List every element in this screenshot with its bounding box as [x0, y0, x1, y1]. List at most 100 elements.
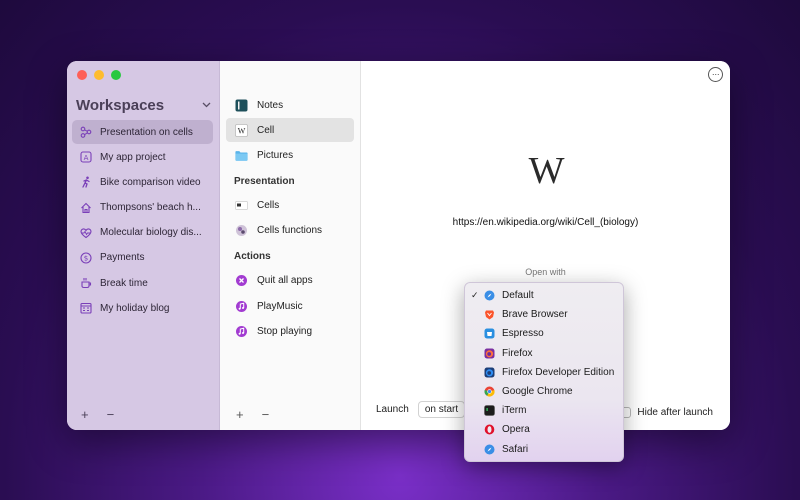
- resource-item-notes[interactable]: Notes: [226, 93, 354, 117]
- resource-label: Pictures: [257, 149, 294, 161]
- window-controls: [77, 70, 121, 80]
- notes-app-icon: [235, 99, 248, 112]
- add-workspace-button[interactable]: +: [81, 407, 89, 422]
- svg-text:$: $: [84, 254, 88, 262]
- menu-item-opera[interactable]: Opera: [465, 420, 623, 439]
- workspace-label: Molecular biology dis...: [100, 227, 202, 239]
- firefox-icon: [484, 348, 495, 359]
- resource-list-footer: + −: [236, 407, 269, 422]
- resource-label: Notes: [257, 99, 284, 111]
- workspace-item-my-holiday-blog[interactable]: My holiday blog: [72, 296, 213, 320]
- resource-item-cells[interactable]: Cells: [226, 194, 354, 218]
- workspace-label: Presentation on cells: [100, 126, 193, 138]
- section-title-actions: Actions: [234, 250, 271, 262]
- network-icon: [80, 126, 92, 138]
- workspace-label: Payments: [100, 252, 145, 264]
- resource-list: Notes W Cell Pictures Presentation Cells…: [226, 93, 354, 345]
- workspace-label: My app project: [100, 151, 166, 163]
- menu-item-label: Firefox: [502, 347, 533, 359]
- resource-list-pane: Notes W Cell Pictures Presentation Cells…: [220, 61, 361, 430]
- dollar-icon: $: [80, 252, 92, 264]
- music-action-icon: [235, 325, 248, 338]
- workspace-list: Presentation on cells A My app project B…: [72, 120, 213, 322]
- browser-dropdown-menu: ✓ Default Brave Browser Espresso Firefox…: [464, 282, 624, 462]
- hide-after-launch-row: Hide after launch: [620, 407, 713, 418]
- chevron-down-icon[interactable]: [202, 100, 211, 111]
- calendar-icon: [80, 302, 92, 314]
- workspace-item-my-app-project[interactable]: A My app project: [72, 145, 213, 169]
- workspace-item-payments[interactable]: $ Payments: [72, 246, 213, 270]
- checkmark-icon: ✓: [471, 290, 479, 301]
- menu-item-label: Opera: [502, 424, 530, 436]
- workspaces-title: Workspaces: [76, 97, 165, 114]
- add-resource-button[interactable]: +: [236, 407, 244, 422]
- resource-item-quit-all-apps[interactable]: Quit all apps: [226, 269, 354, 293]
- house-icon: [80, 202, 92, 214]
- resource-item-stop-playing[interactable]: Stop playing: [226, 319, 354, 343]
- menu-item-brave-browser[interactable]: Brave Browser: [465, 305, 623, 324]
- wikipedia-icon: W: [235, 123, 248, 137]
- svg-text:A: A: [84, 154, 89, 162]
- menu-item-google-chrome[interactable]: Google Chrome: [465, 382, 623, 401]
- iterm-icon: [484, 405, 495, 417]
- coffee-icon: [80, 277, 92, 289]
- svg-text:W: W: [238, 126, 246, 135]
- resource-item-pictures[interactable]: Pictures: [226, 143, 354, 167]
- menu-item-label: Default: [502, 290, 534, 302]
- resource-label: Quit all apps: [257, 275, 313, 287]
- more-options-button[interactable]: ···: [708, 67, 723, 82]
- close-window-button[interactable]: [77, 70, 87, 80]
- firefox-dev-icon: [484, 367, 495, 378]
- resource-item-cells-functions[interactable]: Cells functions: [226, 219, 354, 243]
- menu-item-label: iTerm: [502, 405, 527, 417]
- chrome-icon: [484, 386, 495, 397]
- resource-label: PlayMusic: [257, 300, 303, 312]
- open-with-label: Open with: [525, 267, 566, 277]
- resource-url: https://en.wikipedia.org/wiki/Cell_(biol…: [452, 217, 639, 228]
- music-action-icon: [235, 300, 248, 313]
- image-thumb-icon: [235, 224, 248, 237]
- safari-icon: [484, 290, 495, 301]
- resource-label: Cell: [257, 124, 275, 136]
- menu-item-label: Espresso: [502, 328, 544, 340]
- workspaces-sidebar: Workspaces Presentation on cells A My ap…: [67, 61, 220, 430]
- section-title-presentation: Presentation: [234, 175, 295, 187]
- menu-item-firefox-developer-edition[interactable]: Firefox Developer Edition: [465, 363, 623, 382]
- menu-item-label: Google Chrome: [502, 386, 573, 398]
- workspace-item-bike-comparison-video[interactable]: Bike comparison video: [72, 170, 213, 194]
- zoom-window-button[interactable]: [111, 70, 121, 80]
- workspaces-header[interactable]: Workspaces: [76, 97, 211, 114]
- workspace-item-presentation-on-cells[interactable]: Presentation on cells: [72, 120, 213, 144]
- workspace-item-molecular-biology[interactable]: Molecular biology dis...: [72, 221, 213, 245]
- menu-item-label: Firefox Developer Edition: [502, 366, 615, 378]
- folder-icon: [235, 149, 248, 162]
- menu-item-espresso[interactable]: Espresso: [465, 324, 623, 343]
- workspace-label: Bike comparison video: [100, 176, 201, 188]
- wikipedia-logo: W: [528, 150, 565, 192]
- workspace-label: Thompsons' beach h...: [100, 202, 201, 214]
- remove-resource-button[interactable]: −: [262, 407, 270, 422]
- workspace-label: My holiday blog: [100, 302, 170, 314]
- espresso-icon: [484, 328, 495, 339]
- letter-a-icon: A: [80, 151, 92, 163]
- menu-item-iterm[interactable]: iTerm: [465, 401, 623, 420]
- opera-icon: [484, 424, 495, 435]
- safari-icon: [484, 444, 495, 455]
- workspace-item-break-time[interactable]: Break time: [72, 271, 213, 295]
- brave-icon: [484, 309, 495, 320]
- menu-item-default[interactable]: ✓ Default: [465, 286, 623, 305]
- menu-item-firefox[interactable]: Firefox: [465, 344, 623, 363]
- sidebar-footer: + −: [81, 407, 114, 422]
- launch-select[interactable]: on start: [417, 401, 466, 418]
- menu-item-label: Safari: [502, 443, 529, 455]
- minimize-window-button[interactable]: [94, 70, 104, 80]
- resource-label: Cells: [257, 200, 280, 212]
- resource-item-playmusic[interactable]: PlayMusic: [226, 294, 354, 318]
- menu-item-safari[interactable]: Safari: [465, 440, 623, 459]
- resource-label: Stop playing: [257, 325, 313, 337]
- cyclist-icon: [80, 176, 92, 189]
- workspace-label: Break time: [100, 277, 148, 289]
- resource-item-cell[interactable]: W Cell: [226, 118, 354, 143]
- workspace-item-thompsons-beach-house[interactable]: Thompsons' beach h...: [72, 196, 213, 220]
- remove-workspace-button[interactable]: −: [107, 407, 115, 422]
